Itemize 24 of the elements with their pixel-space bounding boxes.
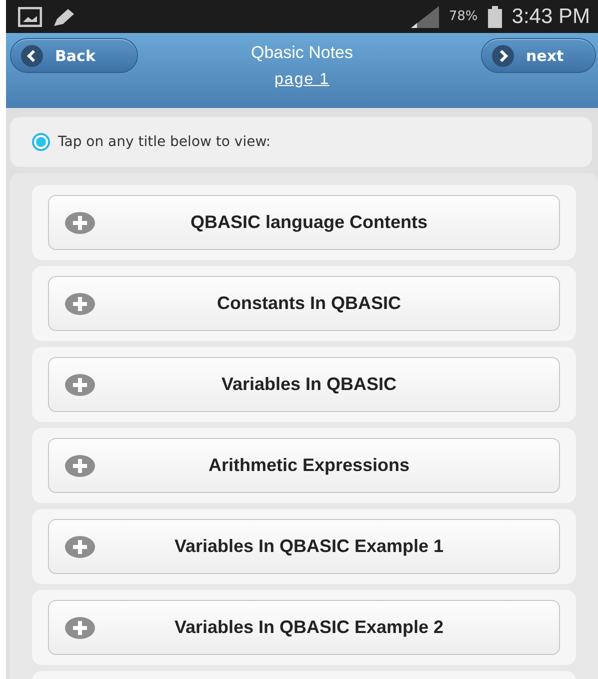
plus-icon <box>65 212 95 234</box>
list-item-button[interactable]: Arithmetic Expressions <box>48 438 560 493</box>
picture-icon <box>18 6 42 26</box>
plus-icon <box>65 374 95 396</box>
clock-time: 3:43 PM <box>512 4 590 28</box>
list-item-button[interactable]: Constants In QBASIC <box>48 276 560 331</box>
chevron-right-icon <box>492 44 514 66</box>
list-item-button[interactable]: Variables In QBASIC <box>48 357 560 412</box>
battery-percentage: 78% <box>448 9 478 24</box>
radio-dot-icon <box>32 133 50 151</box>
page-title: Qbasic Notes <box>250 43 354 63</box>
plus-icon <box>65 292 95 314</box>
plus-icon <box>65 454 95 476</box>
list-item-button[interactable]: Variables In QBASIC Example 1 <box>48 519 560 574</box>
plus-icon <box>65 616 95 638</box>
list-item-button[interactable]: Variables In QBASIC Example 2 <box>48 600 560 655</box>
plus-icon <box>65 536 95 558</box>
signal-icon <box>410 6 439 28</box>
battery-icon <box>488 6 502 28</box>
chevron-left-icon <box>21 44 43 66</box>
next-button[interactable]: next <box>481 38 596 73</box>
info-text: Tap on any title below to view: <box>58 134 271 150</box>
list-item-button[interactable]: QBASIC language Contents <box>48 195 560 250</box>
back-button[interactable]: Back <box>10 38 138 73</box>
